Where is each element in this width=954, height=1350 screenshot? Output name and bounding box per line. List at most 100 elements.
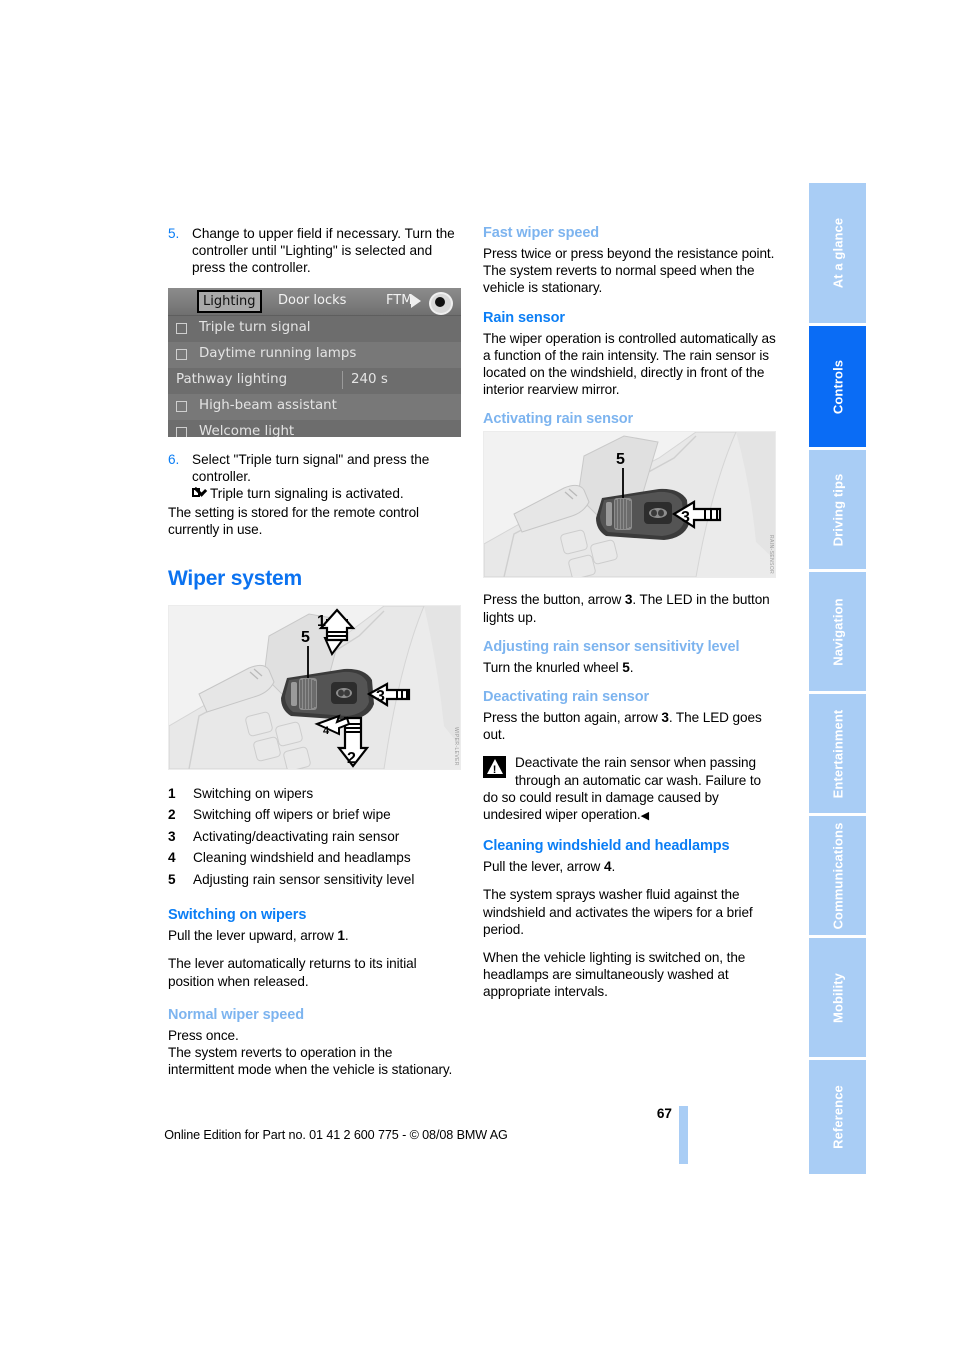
controller-knob-icon	[429, 291, 453, 315]
right-column: Fast wiper speed Press twice or press be…	[483, 225, 776, 1012]
idrive-screenshot: Lighting Door locks FTM Triple turn sign…	[168, 287, 461, 437]
legend-number: 3	[168, 828, 176, 844]
list-item: 5 Adjusting rain sensor sensitivity leve…	[168, 869, 461, 891]
adjusting-p1-a: Turn the knurled wheel	[483, 659, 623, 675]
legend-number: 4	[168, 850, 176, 866]
idrive-row-high-beam-assistant[interactable]: High-beam assistant	[168, 393, 461, 420]
step-6-body: Select "Triple turn signal" and press th…	[192, 451, 461, 503]
sidebar-tab-label: Reference	[830, 1085, 845, 1149]
checkbox-checked-icon	[192, 483, 208, 499]
cleaning-p1-a: Pull the lever, arrow	[483, 859, 604, 875]
normal-speed-p2: The system reverts to operation in the i…	[168, 1044, 453, 1078]
idrive-row-pathway-lighting[interactable]: Pathway lighting 240 s	[168, 368, 461, 394]
idrive-row-label: High-beam assistant	[199, 397, 337, 413]
heading-adjusting-rain-sensor: Adjusting rain sensor sensitivity level	[483, 638, 740, 655]
sidebar-tab-communications[interactable]: Communications	[809, 816, 866, 935]
sidebar-tab-reference[interactable]: Reference	[809, 1060, 866, 1174]
legend-label: Cleaning windshield and headlamps	[193, 850, 411, 866]
svg-text:1: 1	[317, 613, 326, 630]
wiper-lever-drawing: 1 3 2 4 5	[169, 605, 460, 769]
adjusting-p1: Turn the knurled wheel 5.	[483, 659, 776, 676]
list-item: 4 Cleaning windshield and headlamps	[168, 847, 461, 869]
idrive-row-label: Welcome light	[199, 423, 295, 437]
sidebar-tab-label: Communications	[830, 822, 845, 929]
fast-speed-p1: Press twice or press beyond the resistan…	[483, 246, 775, 261]
sidebar-tab-at-a-glance[interactable]: At a glance	[809, 183, 866, 323]
sidebar-tab-label: Driving tips	[830, 473, 845, 546]
heading-switching-on-wipers: Switching on wipers	[168, 907, 307, 924]
svg-text:3: 3	[376, 688, 385, 705]
idrive-tab-door-locks[interactable]: Door locks	[278, 293, 346, 308]
left-column: 5. Change to upper field if necessary. T…	[168, 225, 461, 1089]
cleaning-p3: When the vehicle lighting is switched on…	[483, 950, 746, 1000]
svg-text:5: 5	[616, 451, 625, 468]
idrive-tab-bar: Lighting Door locks FTM	[168, 287, 461, 316]
step-6: 6. Select "Triple turn signal" and press…	[168, 451, 461, 503]
step-5: 5. Change to upper field if necessary. T…	[168, 225, 461, 277]
footer-text: Online Edition for Part no. 01 41 2 600 …	[164, 1128, 508, 1142]
switching-on-p1: Pull the lever upward, arrow 1.	[168, 927, 461, 944]
warning-triangle-icon: !	[483, 756, 506, 779]
rain-sensor-illustration: 3 5 RAIN-SENSOR	[483, 431, 776, 579]
divider	[342, 370, 343, 389]
sidebar-tab-mobility[interactable]: Mobility	[809, 938, 866, 1057]
legend-label: Activating/deactivating rain sensor	[193, 828, 400, 844]
legend-number: 5	[168, 871, 176, 887]
idrive-row-label: Triple turn signal	[199, 319, 311, 335]
sidebar-tab-controls[interactable]: Controls	[809, 326, 866, 447]
idrive-row-welcome-light[interactable]: Welcome light	[168, 420, 461, 437]
heading-rain-sensor: Rain sensor	[483, 309, 565, 326]
warning-text: Deactivate the rain sensor when passing …	[483, 755, 762, 823]
idrive-row-triple-turn-signal[interactable]: Triple turn signal	[168, 316, 461, 342]
cleaning-p2: The system sprays washer fluid against t…	[483, 887, 753, 937]
svg-text:4: 4	[323, 725, 330, 737]
wiper-lever-illustration: 1 3 2 4 5 WIPER-LEVER	[168, 604, 461, 770]
checkbox-icon[interactable]	[176, 400, 187, 412]
heading-cleaning-windshield: Cleaning windshield and headlamps	[483, 838, 730, 855]
step-6-text: Select "Triple turn signal" and press th…	[192, 451, 430, 484]
switching-on-p1-end: .	[344, 928, 349, 944]
idrive-row-daytime-running-lamps[interactable]: Daytime running lamps	[168, 341, 461, 368]
svg-text:3: 3	[681, 509, 690, 526]
legend-label: Switching on wipers	[193, 785, 314, 801]
step-6-number: 6.	[168, 451, 180, 467]
normal-speed-p1: Press once.	[168, 1027, 239, 1043]
deactivating-p1: Press the button again, arrow 3. The LED…	[483, 709, 776, 743]
checkbox-icon[interactable]	[176, 348, 187, 360]
list-item: 3 Activating/deactivating rain sensor	[168, 826, 461, 848]
page-number: 67	[656, 1106, 672, 1121]
step-5-number: 5.	[168, 226, 180, 241]
page-title-wiper-system: Wiper system	[168, 566, 302, 590]
checkbox-icon[interactable]	[176, 426, 187, 437]
rain-sensor-p1: The wiper operation is controlled automa…	[483, 330, 776, 398]
legend-number: 1	[168, 785, 176, 801]
switching-on-p1-a: Pull the lever upward, arrow	[168, 928, 338, 944]
idrive-tab-lighting[interactable]: Lighting	[197, 289, 262, 313]
sidebar-tab-label: At a glance	[830, 217, 845, 289]
figure-code: WIPER-LEVER	[453, 726, 459, 766]
wiper-legend-list: 1 Switching on wipers 2 Switching off wi…	[168, 783, 461, 891]
figure-code: RAIN-SENSOR	[768, 535, 774, 575]
legend-label: Adjusting rain sensor sensitivity level	[193, 871, 415, 887]
checkbox-icon[interactable]	[176, 322, 187, 334]
heading-normal-wiper-speed: Normal wiper speed	[168, 1006, 304, 1023]
sidebar-tab-navigation[interactable]: Navigation	[809, 572, 866, 691]
chevron-right-icon[interactable]	[411, 293, 421, 308]
rain-sensor-drawing: 3 5	[484, 432, 775, 578]
arrow-ref-1: 1	[337, 928, 345, 944]
fast-speed-p2: The system reverts to normal speed when …	[483, 263, 755, 296]
idrive-tab-ftm[interactable]: FTM	[386, 293, 412, 308]
svg-text:2: 2	[347, 750, 356, 767]
list-item: 1 Switching on wipers	[168, 783, 461, 805]
activating-p1-a: Press the button, arrow	[483, 592, 625, 608]
switching-on-p2: The lever automatically returns to its i…	[168, 956, 417, 989]
manual-page: 5. Change to upper field if necessary. T…	[0, 0, 954, 1350]
warning-text-flow: ! Deactivate the rain sensor when passing…	[483, 754, 776, 825]
heading-fast-wiper-speed: Fast wiper speed	[483, 225, 600, 241]
warning-block: ! Deactivate the rain sensor when passing…	[483, 754, 776, 825]
sidebar-tab-label: Navigation	[830, 597, 845, 666]
activating-p1: Press the button, arrow 3. The LED in th…	[483, 591, 776, 625]
end-of-warning-marker: ◀	[640, 810, 649, 823]
sidebar-tab-entertainment[interactable]: Entertainment	[809, 694, 866, 813]
sidebar-tab-driving-tips[interactable]: Driving tips	[809, 450, 866, 569]
